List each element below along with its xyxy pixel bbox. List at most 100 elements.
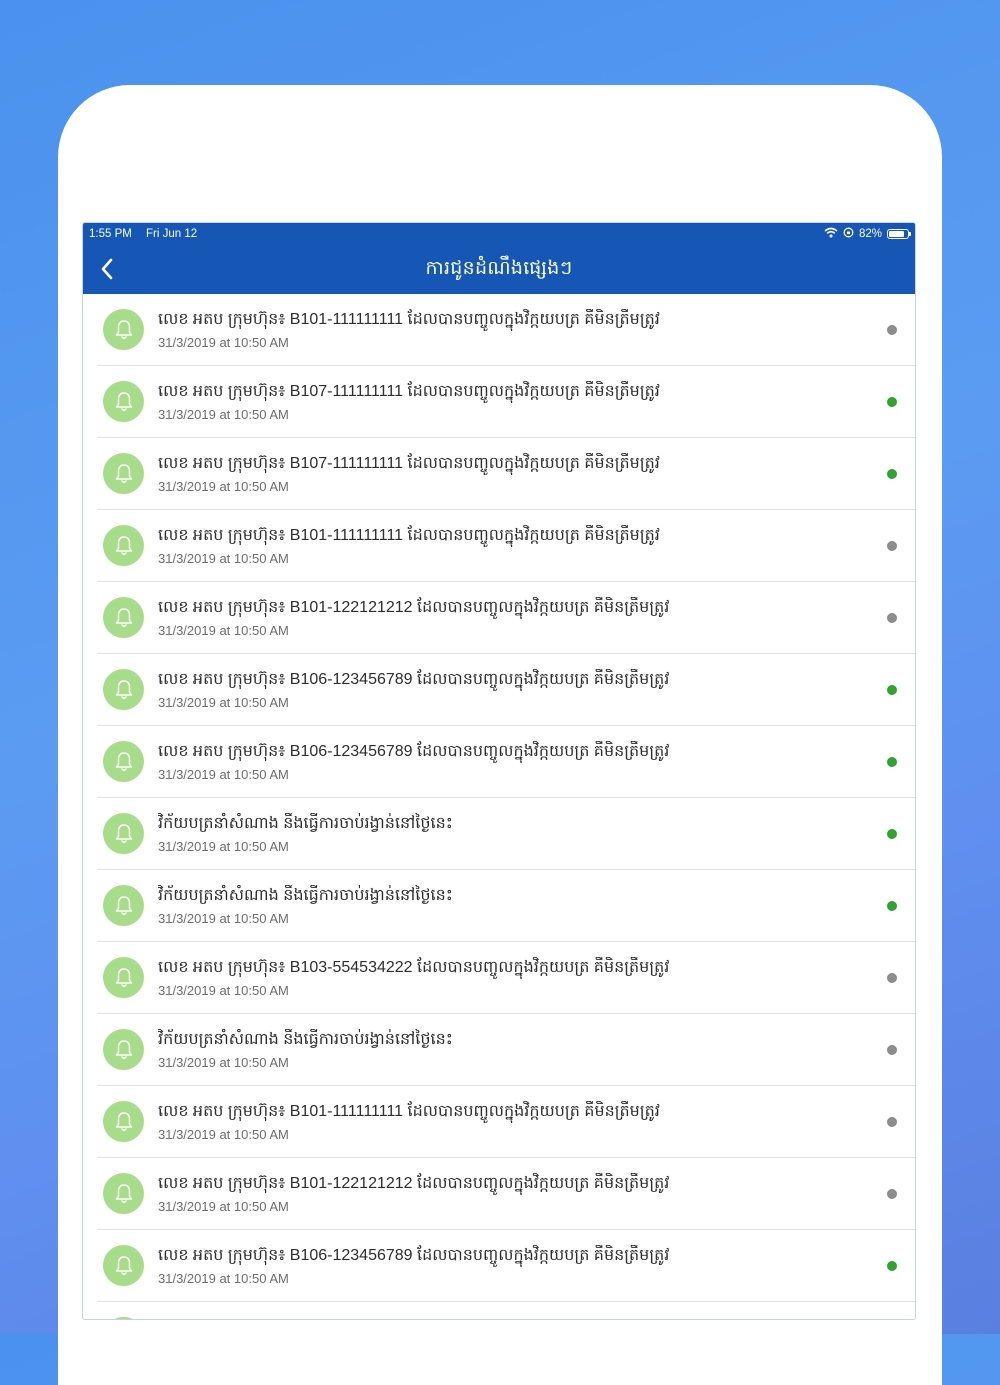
chevron-left-icon [101, 258, 113, 280]
notification-time: 31/3/2019 at 10:50 AM [158, 1127, 289, 1142]
app-screen: 1:55 PM Fri Jun 12 82% ការជូនដំណឹងផ្សេងៗ… [82, 222, 916, 1320]
read-status-dot [887, 540, 897, 551]
battery-icon [887, 229, 911, 239]
bell-icon [103, 309, 144, 350]
read-status-dot [887, 828, 897, 839]
notification-text: លេខ អតប ក្រុមហ៊ុន៖ B101-111111111 ដែលបាន… [158, 309, 887, 350]
read-status-dot [887, 1044, 897, 1055]
notification-time: 31/3/2019 at 10:50 AM [158, 1199, 289, 1214]
notification-item[interactable]: លេខ អតប ក្រុមហ៊ុន៖ B101-111111111 ដែលបាន… [97, 1086, 915, 1158]
status-left: 1:55 PM Fri Jun 12 [89, 228, 208, 240]
bell-icon [103, 813, 144, 854]
notification-list: លេខ អតប ក្រុមហ៊ុន៖ B101-111111111 ដែលបាន… [83, 294, 915, 1319]
read-status-dot [887, 396, 897, 407]
notification-item[interactable]: លេខ អតប ក្រុមហ៊ុន៖ B101-111111111 ដែលបាន… [97, 510, 915, 582]
status-bar: 1:55 PM Fri Jun 12 82% [83, 223, 915, 245]
notification-item[interactable]: វិក័យបត្រនាំសំណាង នឹងធ្វើការចាប់រង្វាន់ន… [97, 798, 915, 870]
notification-message: លេខ អតប ក្រុមហ៊ុន៖ B103-554534222 ដែលបាន… [158, 959, 670, 976]
notification-message: លេខ អតប ក្រុមហ៊ុន៖ B106-123456789 ដែលបាន… [158, 671, 670, 688]
status-time: 1:55 PM [89, 228, 132, 240]
notification-text: លេខ អតប ក្រុមហ៊ុន៖ B107-111111111 ដែលបាន… [158, 381, 887, 422]
notification-time: 31/3/2019 at 10:50 AM [158, 767, 289, 782]
notification-item[interactable]: លេខ អតប ក្រុមហ៊ុន៖ B107-111111111 ដែលបាន… [97, 438, 915, 510]
notification-item[interactable]: លេខ អតប ក្រុមហ៊ុន៖ B101-122121212 ដែលបាន… [97, 1158, 915, 1230]
notification-item[interactable]: លេខ អតប ក្រុមហ៊ុន៖ B101-122121212 ដែលបាន… [97, 582, 915, 654]
nav-bar: ការជូនដំណឹងផ្សេងៗ [83, 245, 915, 294]
bell-icon [103, 1029, 144, 1070]
notification-text: លេខ អតប ក្រុមហ៊ុន៖ B106-123456789 ដែលបាន… [158, 741, 887, 782]
notification-time: 31/3/2019 at 10:50 AM [158, 623, 289, 638]
notification-item[interactable]: លេខ អតប ក្រុមហ៊ុន៖ B106-123456789 ដែលបាន… [97, 1302, 915, 1319]
bell-icon [103, 597, 144, 638]
read-status-dot [887, 324, 897, 335]
page-title: ការជូនដំណឹងផ្សេងៗ [425, 257, 573, 279]
notification-time: 31/3/2019 at 10:50 AM [158, 911, 289, 926]
back-button[interactable] [93, 255, 121, 283]
notification-message: លេខ អតប ក្រុមហ៊ុន៖ B101-111111111 ដែលបាន… [158, 527, 660, 544]
read-status-dot [887, 1116, 897, 1127]
notification-time: 31/3/2019 at 10:50 AM [158, 983, 289, 998]
notification-message: លេខ អតប ក្រុមហ៊ុន៖ B106-123456789 ដែលបាន… [158, 743, 670, 760]
notification-text: លេខ អតប ក្រុមហ៊ុន៖ B101-122121212 ដែលបាន… [158, 597, 887, 638]
notification-time: 31/3/2019 at 10:50 AM [158, 551, 289, 566]
notification-text: លេខ អតប ក្រុមហ៊ុន៖ B103-554534222 ដែលបាន… [158, 957, 887, 998]
notification-item[interactable]: លេខ អតប ក្រុមហ៊ុន៖ B106-123456789 ដែលបាន… [97, 726, 915, 798]
bell-icon [103, 453, 144, 494]
battery-fill [889, 231, 904, 237]
read-status-dot [887, 1188, 897, 1199]
notification-message: លេខ អតប ក្រុមហ៊ុន៖ B106-123456789 ដែលបាន… [158, 1247, 670, 1264]
bell-icon [103, 381, 144, 422]
notification-item[interactable]: វិក័យបត្រនាំសំណាង នឹងធ្វើការចាប់រង្វាន់ន… [97, 1014, 915, 1086]
bell-icon [103, 741, 144, 782]
bell-icon [103, 1317, 144, 1319]
notification-item[interactable]: លេខ អតប ក្រុមហ៊ុន៖ B106-123456789 ដែលបាន… [97, 654, 915, 726]
notification-text: លេខ អតប ក្រុមហ៊ុន៖ B101-111111111 ដែលបាន… [158, 525, 887, 566]
bell-icon [103, 1101, 144, 1142]
notification-item[interactable]: លេខ អតប ក្រុមហ៊ុន៖ B106-123456789 ដែលបាន… [97, 1230, 915, 1302]
read-status-dot [887, 684, 897, 695]
read-status-dot [887, 1260, 897, 1271]
notification-item[interactable]: លេខ អតប ក្រុមហ៊ុន៖ B107-111111111 ដែលបាន… [97, 366, 915, 438]
notification-message: វិក័យបត្រនាំសំណាង នឹងធ្វើការចាប់រង្វាន់ន… [158, 1031, 453, 1048]
read-status-dot [887, 612, 897, 623]
orientation-lock-icon [843, 227, 854, 241]
notification-time: 31/3/2019 at 10:50 AM [158, 479, 289, 494]
notification-text: លេខ អតប ក្រុមហ៊ុន៖ B106-123456789 ដែលបាន… [158, 669, 887, 710]
notification-message: លេខ អតប ក្រុមហ៊ុន៖ B101-111111111 ដែលបាន… [158, 1103, 660, 1120]
read-status-dot [887, 468, 897, 479]
notification-message: លេខ អតប ក្រុមហ៊ុន៖ B107-111111111 ដែលបាន… [158, 383, 660, 400]
notification-text: លេខ អតប ក្រុមហ៊ុន៖ B107-111111111 ដែលបាន… [158, 453, 887, 494]
notification-message: លេខ អតប ក្រុមហ៊ុន៖ B107-111111111 ដែលបាន… [158, 455, 660, 472]
notification-message: លេខ អតប ក្រុមហ៊ុន៖ B101-122121212 ដែលបាន… [158, 1175, 670, 1192]
notification-text: វិក័យបត្រនាំសំណាង នឹងធ្វើការចាប់រង្វាន់ន… [158, 885, 887, 926]
notification-time: 31/3/2019 at 10:50 AM [158, 1271, 289, 1286]
notification-message: វិក័យបត្រនាំសំណាង នឹងធ្វើការចាប់រង្វាន់ន… [158, 887, 453, 904]
notification-time: 31/3/2019 at 10:50 AM [158, 695, 289, 710]
notification-message: លេខ អតប ក្រុមហ៊ុន៖ B101-122121212 ដែលបាន… [158, 599, 670, 616]
notification-time: 31/3/2019 at 10:50 AM [158, 335, 289, 350]
battery-percent: 82% [858, 228, 882, 240]
notification-item[interactable]: លេខ អតប ក្រុមហ៊ុន៖ B103-554534222 ដែលបាន… [97, 942, 915, 1014]
notification-text: វិក័យបត្រនាំសំណាង នឹងធ្វើការចាប់រង្វាន់ន… [158, 1029, 887, 1070]
notification-item[interactable]: លេខ អតប ក្រុមហ៊ុន៖ B101-111111111 ដែលបាន… [97, 294, 915, 366]
notification-item[interactable]: វិក័យបត្រនាំសំណាង នឹងធ្វើការចាប់រង្វាន់ន… [97, 870, 915, 942]
bell-icon [103, 669, 144, 710]
notification-text: វិក័យបត្រនាំសំណាង នឹងធ្វើការចាប់រង្វាន់ន… [158, 813, 887, 854]
notification-time: 31/3/2019 at 10:50 AM [158, 407, 289, 422]
wifi-icon [824, 227, 838, 241]
bell-icon [103, 885, 144, 926]
bell-icon [103, 957, 144, 998]
status-right: 82% [824, 227, 911, 241]
bell-icon [103, 1245, 144, 1286]
bell-icon [103, 525, 144, 566]
bell-icon [103, 1173, 144, 1214]
read-status-dot [887, 756, 897, 767]
notification-text: លេខ អតប ក្រុមហ៊ុន៖ B101-122121212 ដែលបាន… [158, 1173, 887, 1214]
notification-message: លេខ អតប ក្រុមហ៊ុន៖ B101-111111111 ដែលបាន… [158, 311, 660, 328]
notification-message: វិក័យបត្រនាំសំណាង នឹងធ្វើការចាប់រង្វាន់ន… [158, 815, 453, 832]
notification-text: លេខ អតប ក្រុមហ៊ុន៖ B106-123456789 ដែលបាន… [158, 1245, 887, 1286]
notification-text: លេខ អតប ក្រុមហ៊ុន៖ B101-111111111 ដែលបាន… [158, 1101, 887, 1142]
status-date: Fri Jun 12 [146, 228, 198, 240]
notification-time: 31/3/2019 at 10:50 AM [158, 1055, 289, 1070]
notification-time: 31/3/2019 at 10:50 AM [158, 839, 289, 854]
